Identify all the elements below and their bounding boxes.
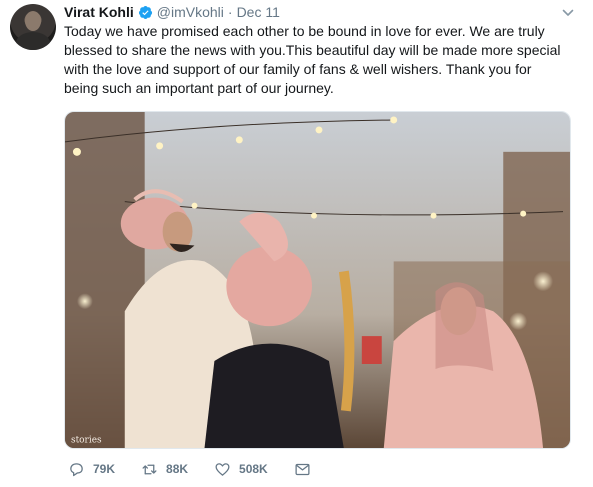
retweet-button[interactable]: 88K <box>141 461 188 478</box>
reply-button[interactable]: 79K <box>68 461 115 478</box>
media-watermark: stories <box>71 436 102 446</box>
tweet-text-line: Today we have promised each other to be … <box>64 23 545 39</box>
chevron-down-icon[interactable] <box>561 6 575 20</box>
tweet-card[interactable]: Virat Kohli @imVkohli · Dec 11 Today we … <box>0 0 593 487</box>
retweet-icon <box>142 464 157 474</box>
verified-badge-icon <box>138 5 152 19</box>
avatar-shoulders <box>16 32 50 50</box>
tweet-text: Today we have promised each other to be … <box>64 22 584 98</box>
author-name[interactable]: Virat Kohli <box>64 4 134 20</box>
tweet-header: Virat Kohli @imVkohli · Dec 11 <box>64 3 280 21</box>
tweet-text-line: blessed to share the news with you.This … <box>64 42 561 58</box>
retweet-count: 88K <box>166 462 189 476</box>
tweet-media-photo[interactable]: stories <box>64 111 571 449</box>
like-button[interactable]: 508K <box>214 461 268 478</box>
tweet-actions: 79K 88K 508K <box>68 458 345 480</box>
tweet-text-line: being such an important part of our jour… <box>64 80 334 96</box>
separator-dot: · <box>227 4 233 20</box>
wedding-photo: stories <box>65 112 570 448</box>
author-handle[interactable]: @imVkohli <box>157 4 224 20</box>
avatar[interactable] <box>10 4 56 50</box>
tweet-date[interactable]: Dec 11 <box>237 4 280 20</box>
envelope-icon <box>295 463 310 475</box>
reply-icon <box>70 462 83 476</box>
direct-message-button[interactable] <box>294 461 319 478</box>
tweet-text-line: with the love and support of our family … <box>64 61 532 77</box>
like-count: 508K <box>239 462 268 476</box>
avatar-face <box>25 11 41 31</box>
reply-count: 79K <box>93 462 116 476</box>
heart-icon <box>215 462 230 476</box>
